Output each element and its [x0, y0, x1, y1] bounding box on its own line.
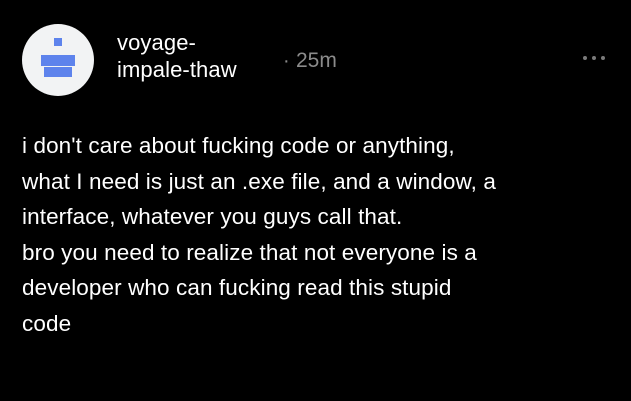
- pixel-identicon-avatar-icon: [41, 38, 75, 77]
- post-body-line: what I need is just an .exe file, and a …: [22, 168, 496, 194]
- avatar-pixel: [41, 55, 75, 66]
- more-options-button[interactable]: [576, 44, 612, 72]
- post-body: i don't care about fucking code or anyth…: [22, 128, 612, 341]
- ellipsis-icon-dot: [583, 56, 587, 60]
- comment-post: voyage- impale-thaw · 25m i don't care a…: [0, 0, 631, 401]
- post-timestamp: 25m: [296, 49, 337, 72]
- post-body-line: bro you need to realize that not everyon…: [22, 239, 477, 265]
- avatar-pixel: [44, 67, 72, 77]
- post-body-line: i don't care about fucking code or anyth…: [22, 133, 455, 158]
- post-body-line: code: [22, 310, 72, 336]
- post-body-line: interface, whatever you guys call that.: [22, 204, 403, 229]
- ellipsis-icon-dot: [592, 56, 596, 60]
- meta-separator: ·: [283, 50, 290, 72]
- ellipsis-icon-dot: [601, 56, 605, 60]
- avatar-pixel: [54, 38, 62, 46]
- username-link[interactable]: voyage- impale-thaw: [117, 29, 297, 83]
- user-avatar[interactable]: [22, 24, 94, 96]
- post-header: voyage- impale-thaw · 25m: [0, 0, 631, 120]
- post-body-line: developer who can fucking read this stup…: [22, 275, 452, 300]
